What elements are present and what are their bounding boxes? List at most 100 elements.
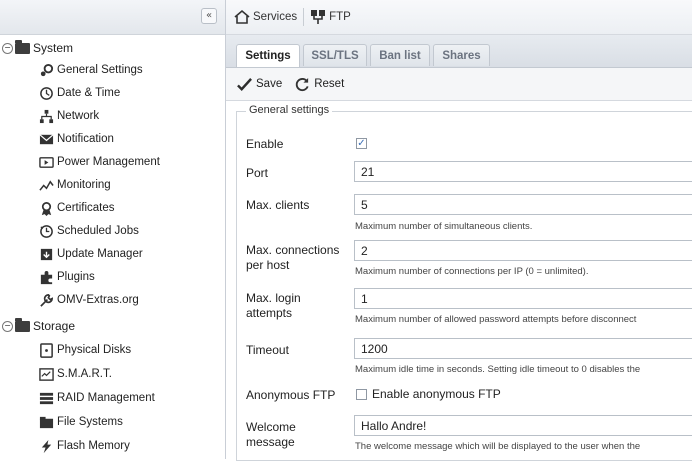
- sidebar-item-label: S.M.A.R.T.: [57, 368, 112, 380]
- enable-label: Enable: [246, 137, 284, 151]
- update-icon: [38, 246, 54, 262]
- sidebar-item-label: Monitoring: [57, 179, 111, 191]
- reset-label: Reset: [314, 78, 345, 90]
- sidebar-item-date-time[interactable]: Date & Time: [38, 83, 120, 103]
- breadcrumb-label: Services: [253, 11, 298, 23]
- sidebar-item-label: Notification: [57, 133, 114, 145]
- tree-group-system[interactable]: − System: [0, 38, 73, 58]
- sidebar-item-scheduled-jobs[interactable]: Scheduled Jobs: [38, 221, 139, 241]
- sidebar-item-flash-memory[interactable]: Flash Memory: [38, 436, 130, 456]
- reset-button[interactable]: Reset: [294, 76, 344, 92]
- chart-line-icon: [38, 177, 54, 193]
- max-login-label-2: attempts: [246, 306, 293, 320]
- refresh-icon: [294, 76, 310, 92]
- tree-group-storage[interactable]: − Storage: [0, 316, 75, 336]
- welcome-message-label-2: message: [246, 435, 295, 449]
- timeout-input[interactable]: 1200: [354, 338, 692, 359]
- fieldset-legend: General settings: [246, 104, 333, 116]
- sidebar-item-omv-extras[interactable]: OMV-Extras.org: [38, 290, 139, 310]
- scheduled-clock-icon: [38, 223, 54, 239]
- network-icon: [38, 108, 54, 124]
- max-connections-help: Maximum number of connections per IP (0 …: [355, 266, 589, 277]
- collapse-sidebar-button[interactable]: «: [201, 8, 217, 24]
- sidebar-item-label: Plugins: [57, 271, 95, 283]
- tab-ban-list[interactable]: Ban list: [370, 44, 430, 66]
- filesystem-icon: [38, 414, 54, 430]
- anonymous-ftp-checkbox[interactable]: [356, 389, 367, 400]
- clock-icon: [38, 85, 54, 101]
- tree-group-label: Storage: [33, 319, 76, 333]
- max-connections-label-1: Max. connections: [246, 243, 340, 257]
- toolbar: Save Reset: [226, 68, 692, 101]
- folder-icon: [15, 317, 30, 332]
- timeout-help: Maximum idle time in seconds. Setting id…: [355, 364, 641, 375]
- anonymous-ftp-label: Anonymous FTP: [246, 388, 336, 402]
- sidebar-item-label: General Settings: [57, 64, 143, 76]
- save-button[interactable]: Save: [236, 76, 282, 92]
- sidebar-item-smart[interactable]: S.M.A.R.T.: [38, 364, 112, 384]
- max-clients-input[interactable]: 5: [354, 194, 692, 215]
- flash-icon: [38, 438, 54, 454]
- collapse-toggle-icon[interactable]: −: [2, 320, 13, 332]
- anonymous-ftp-checkbox-label[interactable]: Enable anonymous FTP: [372, 387, 501, 401]
- wrench-icon: [38, 292, 54, 308]
- tab-shares[interactable]: Shares: [433, 44, 490, 66]
- sidebar-item-label: Certificates: [57, 202, 115, 214]
- tab-bar: Settings SSL/TLS Ban list Shares: [226, 35, 692, 68]
- gears-icon: [38, 62, 54, 78]
- tab-settings[interactable]: Settings: [236, 44, 300, 67]
- tab-ssl-tls[interactable]: SSL/TLS: [303, 44, 367, 66]
- sidebar-item-label: Flash Memory: [57, 440, 130, 452]
- raid-icon: [38, 390, 54, 406]
- welcome-message-help: The welcome message which will be displa…: [355, 441, 641, 452]
- checkmark-icon: [236, 76, 252, 92]
- sidebar-item-label: Date & Time: [57, 87, 121, 99]
- sidebar-item-plugins[interactable]: Plugins: [38, 267, 95, 287]
- home-icon: [234, 9, 250, 25]
- sidebar-item-label: Network: [57, 110, 100, 122]
- sidebar-item-label: RAID Management: [57, 392, 155, 404]
- sidebar-item-general-settings[interactable]: General Settings: [38, 60, 143, 80]
- welcome-message-label-1: Welcome: [246, 420, 296, 434]
- sidebar-item-label: Update Manager: [57, 248, 143, 260]
- timeout-label: Timeout: [246, 343, 289, 357]
- sidebar-item-label: Scheduled Jobs: [57, 225, 139, 237]
- enable-checkbox[interactable]: ✓: [356, 138, 367, 149]
- breadcrumb-separator: [303, 8, 305, 26]
- max-connections-input[interactable]: 2: [354, 240, 692, 261]
- max-login-input[interactable]: 1: [354, 288, 692, 309]
- breadcrumb-ftp[interactable]: FTP: [310, 9, 351, 25]
- sidebar: « − System General Settings Date & Time …: [0, 0, 226, 459]
- max-connections-label-2: per host: [246, 258, 290, 272]
- ftp-icon: [310, 9, 326, 25]
- folder-icon: [15, 39, 30, 54]
- sidebar-item-file-systems[interactable]: File Systems: [38, 412, 123, 432]
- max-login-help: Maximum number of allowed password attem…: [355, 314, 637, 325]
- tree-group-label: System: [33, 41, 74, 55]
- sidebar-item-certificates[interactable]: Certificates: [38, 198, 115, 218]
- sidebar-item-monitoring[interactable]: Monitoring: [38, 175, 111, 195]
- collapse-toggle-icon[interactable]: −: [2, 42, 13, 54]
- sidebar-item-raid-management[interactable]: RAID Management: [38, 388, 155, 408]
- port-input[interactable]: 21: [354, 161, 692, 182]
- max-clients-label: Max. clients: [246, 198, 310, 212]
- sidebar-item-network[interactable]: Network: [38, 106, 99, 126]
- sidebar-header: «: [0, 0, 225, 35]
- sidebar-item-label: Power Management: [57, 156, 160, 168]
- sidebar-item-label: File Systems: [57, 416, 123, 428]
- breadcrumb-label: FTP: [329, 11, 351, 23]
- sidebar-item-label: Physical Disks: [57, 344, 132, 356]
- max-clients-help: Maximum number of simultaneous clients.: [355, 221, 533, 232]
- port-label: Port: [246, 166, 269, 180]
- sidebar-item-power-management[interactable]: Power Management: [38, 152, 160, 172]
- sidebar-item-physical-disks[interactable]: Physical Disks: [38, 340, 131, 360]
- power-icon: [38, 154, 54, 170]
- envelope-icon: [38, 131, 54, 147]
- smart-icon: [38, 366, 54, 382]
- welcome-message-input[interactable]: Hallo Andre!: [354, 415, 692, 436]
- sidebar-item-notification[interactable]: Notification: [38, 129, 114, 149]
- breadcrumb-services[interactable]: Services: [234, 9, 297, 25]
- main-panel: Services FTP Settings SSL/TLS Ban list S…: [226, 0, 692, 461]
- certificate-icon: [38, 200, 54, 216]
- sidebar-item-update-manager[interactable]: Update Manager: [38, 244, 143, 264]
